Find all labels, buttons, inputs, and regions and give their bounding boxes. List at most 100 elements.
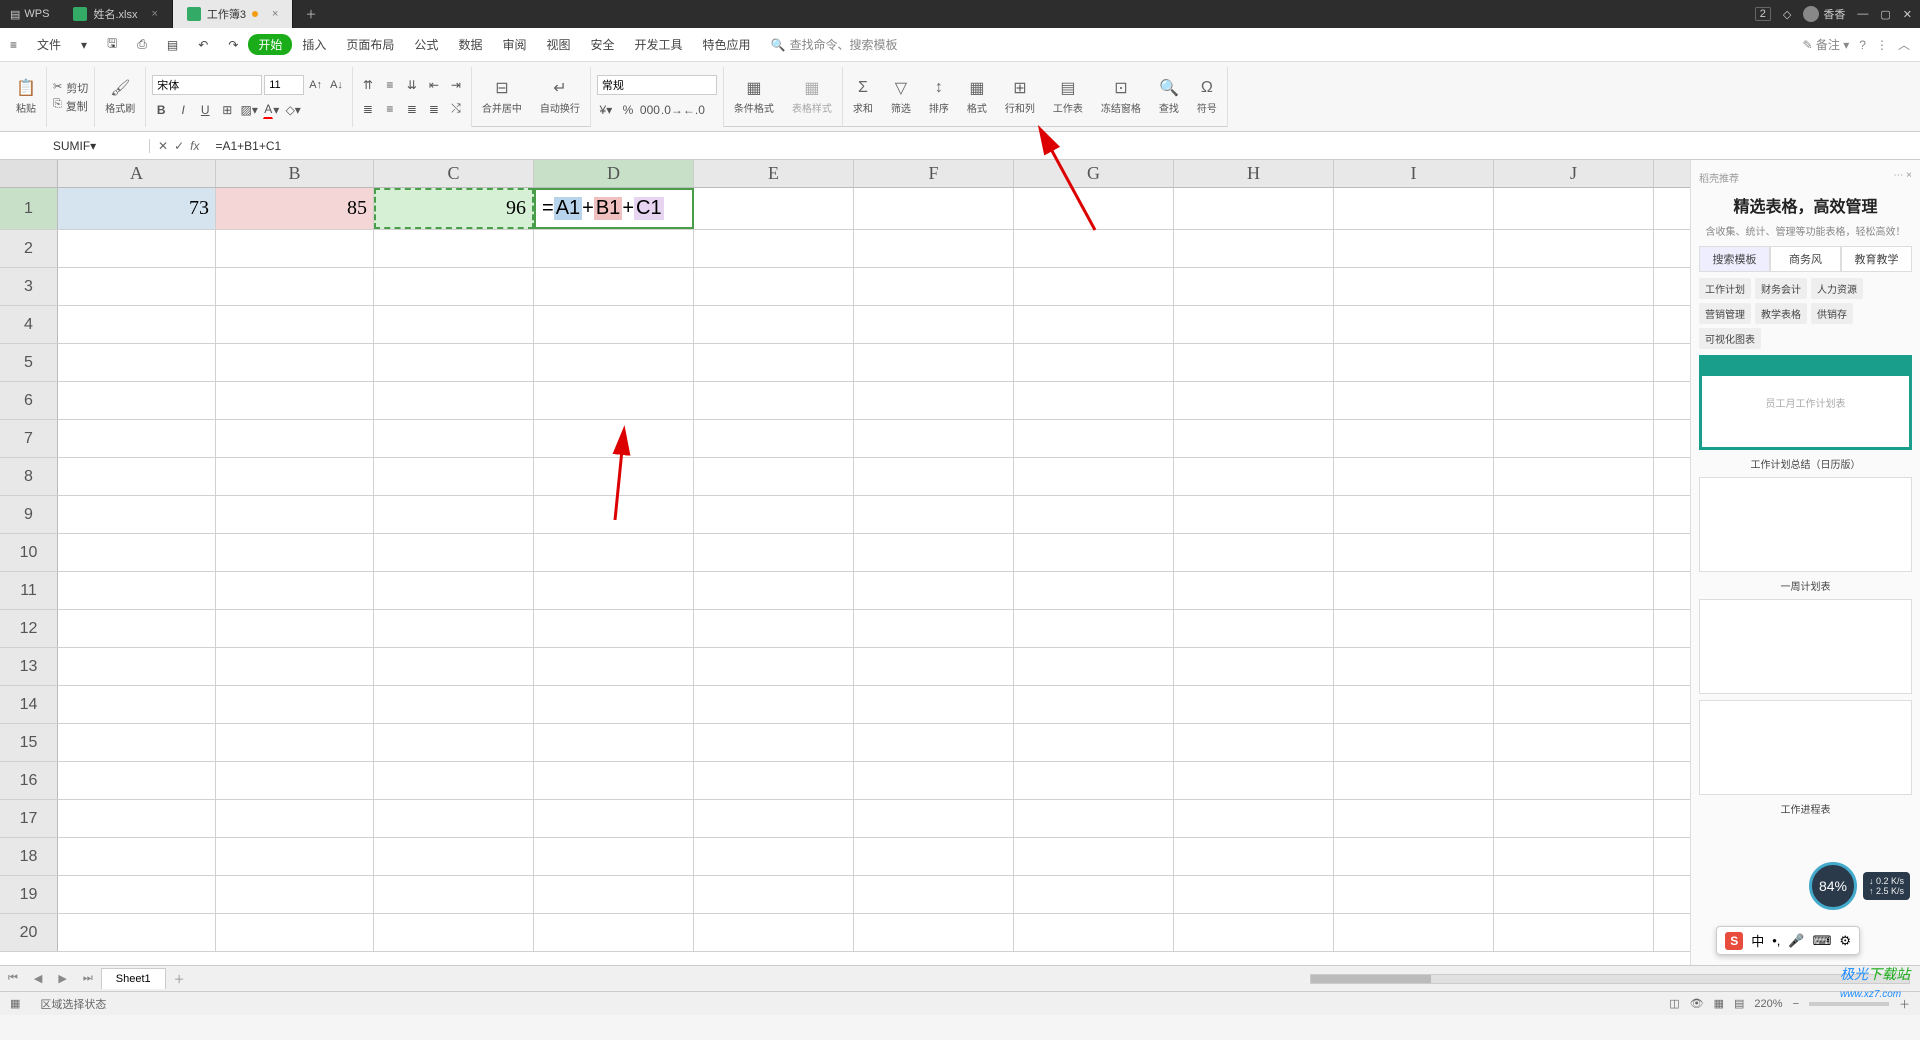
sum-button[interactable]: Σ求和 [849, 78, 877, 115]
cell-I7[interactable] [1334, 420, 1494, 457]
align-top-icon[interactable]: ⇈ [359, 76, 377, 94]
cell-A12[interactable] [58, 610, 216, 647]
row-header-10[interactable]: 10 [0, 534, 58, 571]
cell-E10[interactable] [694, 534, 854, 571]
align-right-icon[interactable]: ≣ [403, 100, 421, 118]
cell-I6[interactable] [1334, 382, 1494, 419]
zoom-out-icon[interactable]: − [1793, 998, 1799, 1010]
cell-G19[interactable] [1014, 876, 1174, 913]
add-sheet-icon[interactable]: ＋ [166, 971, 193, 987]
cell-B16[interactable] [216, 762, 374, 799]
cell-F5[interactable] [854, 344, 1014, 381]
cell-D2[interactable] [534, 230, 694, 267]
cell-D18[interactable] [534, 838, 694, 875]
cell-H15[interactable] [1174, 724, 1334, 761]
cell-B9[interactable] [216, 496, 374, 533]
cut-button[interactable]: ✂剪切 [53, 80, 88, 96]
template-thumb-1[interactable]: 员工月工作计划表 [1699, 355, 1912, 450]
cell-C6[interactable] [374, 382, 534, 419]
sheet-nav-last-icon[interactable]: ⏭ [75, 972, 101, 985]
cell-C10[interactable] [374, 534, 534, 571]
cell-C8[interactable] [374, 458, 534, 495]
close-icon[interactable]: × [272, 8, 278, 20]
cell-F11[interactable] [854, 572, 1014, 609]
row-header-11[interactable]: 11 [0, 572, 58, 609]
panel-tab-search[interactable]: 搜索模板 [1699, 246, 1770, 272]
cell-D20[interactable] [534, 914, 694, 951]
cell-I9[interactable] [1334, 496, 1494, 533]
cell-B3[interactable] [216, 268, 374, 305]
cell-C18[interactable] [374, 838, 534, 875]
align-left-icon[interactable]: ≣ [359, 100, 377, 118]
cell-A15[interactable] [58, 724, 216, 761]
cell-J17[interactable] [1494, 800, 1654, 837]
cell-C7[interactable] [374, 420, 534, 457]
cell-E19[interactable] [694, 876, 854, 913]
cell-G3[interactable] [1014, 268, 1174, 305]
cell-J20[interactable] [1494, 914, 1654, 951]
cell-D3[interactable] [534, 268, 694, 305]
ime-keyboard-icon[interactable]: ⌨ [1813, 933, 1832, 949]
cell-I1[interactable] [1334, 188, 1494, 229]
cell-C14[interactable] [374, 686, 534, 723]
row-header-18[interactable]: 18 [0, 838, 58, 875]
cell-F15[interactable] [854, 724, 1014, 761]
orientation-icon[interactable]: ⤭ [447, 100, 465, 118]
cell-I10[interactable] [1334, 534, 1494, 571]
template-thumb-2[interactable] [1699, 477, 1912, 572]
cell-D16[interactable] [534, 762, 694, 799]
ime-toolbar[interactable]: S 中 •, 🎤 ⌨ ⚙ [1716, 926, 1860, 955]
cell-H6[interactable] [1174, 382, 1334, 419]
sheet-nav-prev-icon[interactable]: ◀ [26, 972, 50, 985]
paste-button[interactable]: 📋粘贴 [12, 78, 40, 115]
cell-I15[interactable] [1334, 724, 1494, 761]
tag-item[interactable]: 教学表格 [1755, 303, 1807, 324]
cell-F19[interactable] [854, 876, 1014, 913]
cell-G20[interactable] [1014, 914, 1174, 951]
fill-color-button[interactable]: ▨▾ [240, 101, 258, 119]
ime-punct-icon[interactable]: •, [1772, 933, 1780, 948]
row-header-1[interactable]: 1 [0, 188, 58, 229]
cell-B10[interactable] [216, 534, 374, 571]
cell-G4[interactable] [1014, 306, 1174, 343]
cell-A2[interactable] [58, 230, 216, 267]
cell-J10[interactable] [1494, 534, 1654, 571]
cell-A9[interactable] [58, 496, 216, 533]
cell-C1[interactable]: 96 [374, 188, 534, 229]
cell-G17[interactable] [1014, 800, 1174, 837]
rowcol-button[interactable]: ⊞行和列 [1001, 78, 1039, 115]
cell-E12[interactable] [694, 610, 854, 647]
conditional-format-button[interactable]: ▦条件格式 [730, 78, 778, 115]
cell-F16[interactable] [854, 762, 1014, 799]
undo-icon[interactable]: ↶ [188, 38, 218, 52]
wrap-button[interactable]: ↵自动换行 [536, 78, 584, 115]
cell-J12[interactable] [1494, 610, 1654, 647]
cell-A14[interactable] [58, 686, 216, 723]
cell-H5[interactable] [1174, 344, 1334, 381]
row-header-14[interactable]: 14 [0, 686, 58, 723]
column-header-C[interactable]: C [374, 160, 534, 187]
fx-icon[interactable]: fx [190, 139, 199, 153]
row-header-19[interactable]: 19 [0, 876, 58, 913]
cell-E13[interactable] [694, 648, 854, 685]
cell-J19[interactable] [1494, 876, 1654, 913]
sheet-nav-next-icon[interactable]: ▶ [50, 972, 74, 985]
cell-A8[interactable] [58, 458, 216, 495]
cell-I16[interactable] [1334, 762, 1494, 799]
cell-E15[interactable] [694, 724, 854, 761]
cell-A17[interactable] [58, 800, 216, 837]
menu-formula[interactable]: 公式 [404, 36, 448, 53]
sheet-nav-first-icon[interactable]: ⏮ [0, 972, 26, 985]
cell-H2[interactable] [1174, 230, 1334, 267]
select-all-corner[interactable] [0, 160, 58, 187]
cell-D4[interactable] [534, 306, 694, 343]
column-header-B[interactable]: B [216, 160, 374, 187]
cell-H1[interactable] [1174, 188, 1334, 229]
notification-badge[interactable]: 2 [1755, 7, 1771, 21]
row-header-8[interactable]: 8 [0, 458, 58, 495]
cell-A10[interactable] [58, 534, 216, 571]
column-header-H[interactable]: H [1174, 160, 1334, 187]
cell-J16[interactable] [1494, 762, 1654, 799]
panel-tab-education[interactable]: 教育教学 [1841, 246, 1912, 272]
cell-I18[interactable] [1334, 838, 1494, 875]
